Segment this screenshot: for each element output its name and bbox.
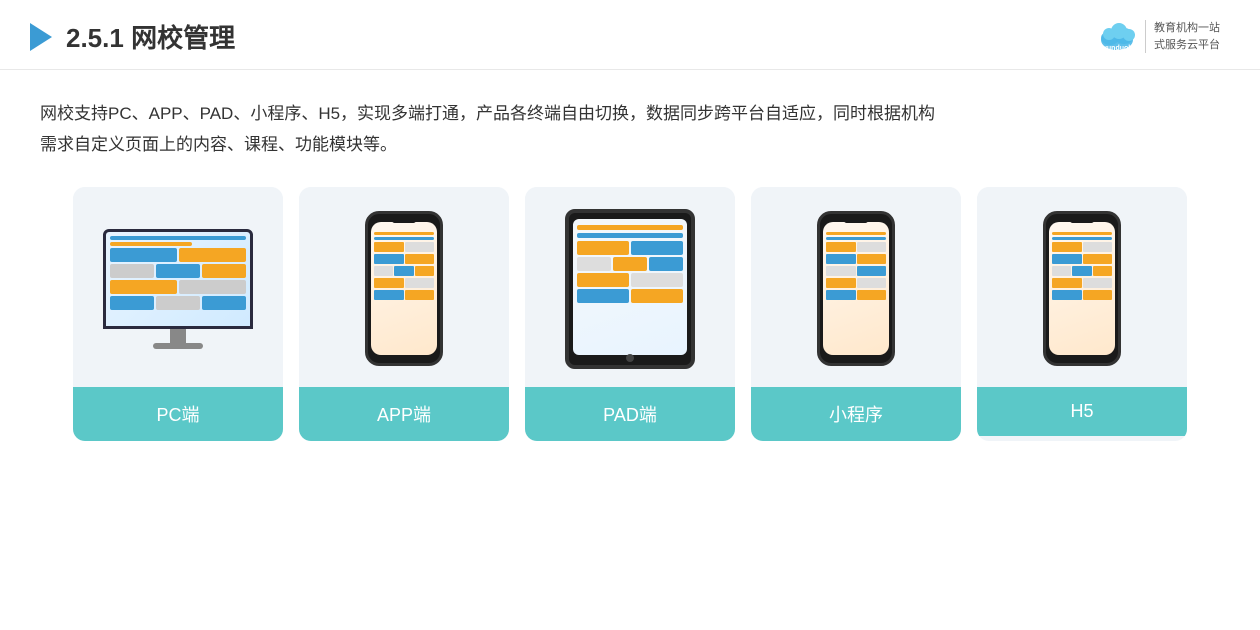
card-pc-label: PC端 (73, 387, 283, 441)
header: 2.5.1 网校管理 yunduoketang 教育机构一站 式服务云平台 (0, 0, 1260, 70)
card-miniprogram-label: 小程序 (751, 387, 961, 441)
cloud-icon: yunduoketang (1095, 20, 1139, 54)
logo-triangle-icon (30, 23, 52, 51)
svg-text:yunduoketang: yunduoketang (1103, 45, 1139, 52)
tablet-pad-icon (565, 209, 695, 369)
card-pc-image (73, 187, 283, 387)
page-container: 2.5.1 网校管理 yunduoketang 教育机构一站 式服务云平台 (0, 0, 1260, 630)
phone-notch (392, 218, 416, 223)
card-miniprogram-image (751, 187, 961, 387)
card-h5-image (977, 187, 1187, 387)
brand-tagline1: 教育机构一站 (1154, 20, 1220, 37)
description-line2: 需求自定义页面上的内容、课程、功能模块等。 (40, 129, 1220, 160)
header-right: yunduoketang 教育机构一站 式服务云平台 (1095, 20, 1220, 54)
card-pc: PC端 (73, 187, 283, 441)
card-h5-label: H5 (977, 387, 1187, 436)
phone-notch-mini (844, 218, 868, 223)
description-block: 网校支持PC、APP、PAD、小程序、H5，实现多端打通，产品各终端自由切换，数… (0, 70, 1260, 177)
cards-section: PC端 (0, 177, 1260, 461)
tablet-home-btn (626, 354, 634, 362)
card-miniprogram: 小程序 (751, 187, 961, 441)
card-pad-image (525, 187, 735, 387)
phone-miniprogram-icon (817, 211, 895, 366)
card-app-label: APP端 (299, 387, 509, 441)
brand-tagline2: 式服务云平台 (1154, 37, 1220, 54)
card-app-image (299, 187, 509, 387)
title-prefix: 2.5.1 (66, 23, 131, 53)
brand-text: 教育机构一站 式服务云平台 (1145, 20, 1220, 53)
title-bold: 网校管理 (131, 23, 235, 53)
phone-app-icon (365, 211, 443, 366)
pc-monitor-icon (103, 229, 253, 349)
phone-notch-h5 (1070, 218, 1094, 223)
header-left: 2.5.1 网校管理 (30, 18, 235, 55)
description-line1: 网校支持PC、APP、PAD、小程序、H5，实现多端打通，产品各终端自由切换，数… (40, 98, 1220, 129)
card-pad: PAD端 (525, 187, 735, 441)
brand-logo: yunduoketang 教育机构一站 式服务云平台 (1095, 20, 1220, 54)
page-title: 2.5.1 网校管理 (66, 18, 235, 55)
card-pad-label: PAD端 (525, 387, 735, 441)
phone-h5-icon (1043, 211, 1121, 366)
card-h5: H5 (977, 187, 1187, 441)
card-app: APP端 (299, 187, 509, 441)
